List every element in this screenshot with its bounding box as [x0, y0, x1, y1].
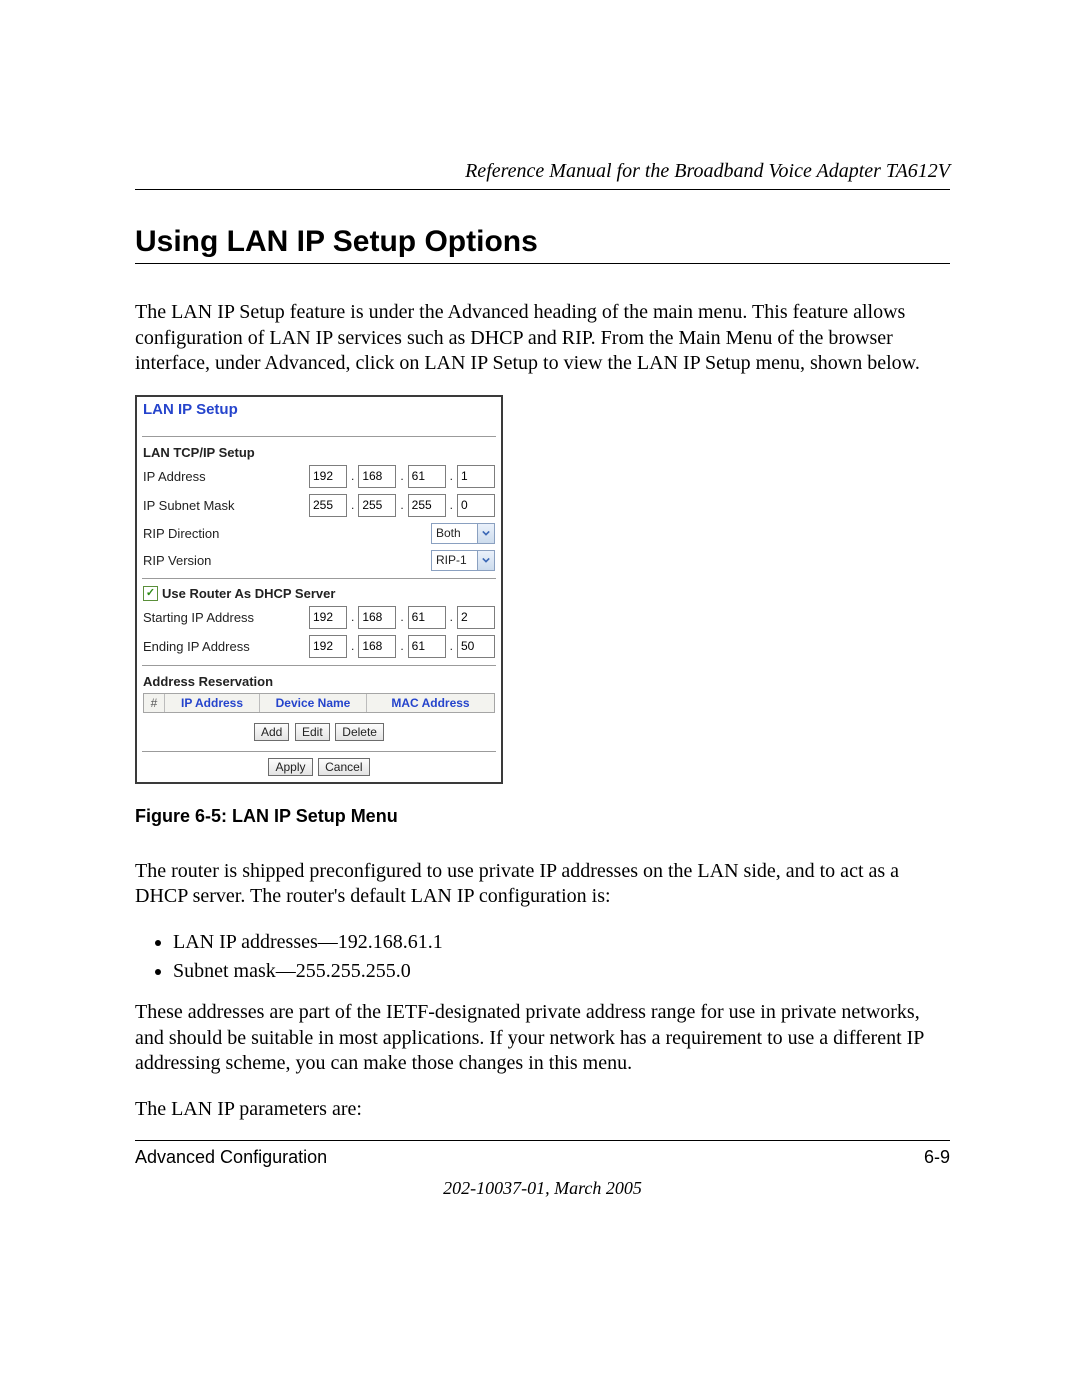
figure-caption: Figure 6-5: LAN IP Setup Menu	[135, 806, 950, 827]
col-num: #	[144, 694, 165, 712]
end-ip-label: Ending IP Address	[143, 639, 309, 654]
divider	[142, 751, 496, 752]
default-config-list: LAN IP addresses—192.168.61.1 Subnet mas…	[135, 928, 950, 986]
rip-version-label: RIP Version	[143, 553, 431, 568]
rip-version-value: RIP-1	[432, 551, 477, 570]
checkbox-checked-icon[interactable]: ✓	[143, 586, 158, 601]
subnet-octet-1[interactable]	[309, 494, 347, 517]
divider	[142, 578, 496, 579]
subnet-octet-2[interactable]	[358, 494, 396, 517]
apply-button[interactable]: Apply	[268, 758, 312, 776]
rip-version-row: RIP Version RIP-1	[137, 547, 501, 574]
divider	[142, 665, 496, 666]
subnet-octet-3[interactable]	[408, 494, 446, 517]
paragraph-ietf: These addresses are part of the IETF-des…	[135, 1000, 950, 1077]
ip-octet-1[interactable]	[309, 465, 347, 488]
end-ip-octet-4[interactable]	[457, 635, 495, 658]
dhcp-checkbox-label: Use Router As DHCP Server	[162, 586, 335, 601]
list-item: LAN IP addresses—192.168.61.1	[173, 928, 950, 957]
col-device: Device Name	[260, 694, 367, 712]
panel-title: LAN IP Setup	[137, 397, 501, 432]
chevron-down-icon	[477, 551, 494, 570]
tcpip-heading: LAN TCP/IP Setup	[137, 441, 501, 462]
delete-button[interactable]: Delete	[335, 723, 384, 741]
reservation-buttons: Add Edit Delete	[137, 721, 501, 747]
divider	[142, 436, 496, 437]
end-ip-octet-3[interactable]	[408, 635, 446, 658]
col-mac: MAC Address	[367, 694, 494, 712]
section-title: Using LAN IP Setup Options	[135, 225, 950, 259]
col-ip: IP Address	[165, 694, 260, 712]
intro-paragraph: The LAN IP Setup feature is under the Ad…	[135, 300, 950, 377]
paragraph-defaults: The router is shipped preconfigured to u…	[135, 859, 950, 910]
start-ip-octet-2[interactable]	[358, 606, 396, 629]
reservation-table-header: # IP Address Device Name MAC Address	[143, 693, 495, 713]
rip-direction-row: RIP Direction Both	[137, 520, 501, 547]
form-buttons: Apply Cancel	[137, 756, 501, 782]
start-ip-label: Starting IP Address	[143, 610, 309, 625]
subnet-label: IP Subnet Mask	[143, 498, 309, 513]
header-rule	[135, 189, 950, 190]
footer-meta: 202-10037-01, March 2005	[135, 1178, 950, 1199]
end-ip-row: Ending IP Address . . .	[137, 632, 501, 661]
paragraph-params: The LAN IP parameters are:	[135, 1097, 950, 1123]
list-item: Subnet mask—255.255.255.0	[173, 957, 950, 986]
add-button[interactable]: Add	[254, 723, 289, 741]
rip-version-select[interactable]: RIP-1	[431, 550, 495, 571]
start-ip-octet-3[interactable]	[408, 606, 446, 629]
footer-left: Advanced Configuration	[135, 1147, 327, 1168]
title-rule	[135, 263, 950, 264]
ip-octet-4[interactable]	[457, 465, 495, 488]
chevron-down-icon	[477, 524, 494, 543]
reservation-heading: Address Reservation	[137, 670, 501, 691]
cancel-button[interactable]: Cancel	[318, 758, 369, 776]
subnet-row: IP Subnet Mask . . .	[137, 491, 501, 520]
rip-direction-select[interactable]: Both	[431, 523, 495, 544]
start-ip-row: Starting IP Address . . .	[137, 603, 501, 632]
footer-page-number: 6-9	[924, 1147, 950, 1168]
ip-address-row: IP Address . . .	[137, 462, 501, 491]
lan-ip-setup-panel: LAN IP Setup LAN TCP/IP Setup IP Address…	[135, 395, 503, 784]
edit-button[interactable]: Edit	[295, 723, 330, 741]
start-ip-octet-4[interactable]	[457, 606, 495, 629]
rip-direction-value: Both	[432, 524, 477, 543]
end-ip-octet-1[interactable]	[309, 635, 347, 658]
dhcp-checkbox-row[interactable]: ✓ Use Router As DHCP Server	[137, 583, 501, 603]
subnet-octet-4[interactable]	[457, 494, 495, 517]
ip-address-label: IP Address	[143, 469, 309, 484]
ip-octet-3[interactable]	[408, 465, 446, 488]
running-header: Reference Manual for the Broadband Voice…	[135, 160, 950, 183]
end-ip-octet-2[interactable]	[358, 635, 396, 658]
ip-octet-2[interactable]	[358, 465, 396, 488]
rip-direction-label: RIP Direction	[143, 526, 431, 541]
start-ip-octet-1[interactable]	[309, 606, 347, 629]
